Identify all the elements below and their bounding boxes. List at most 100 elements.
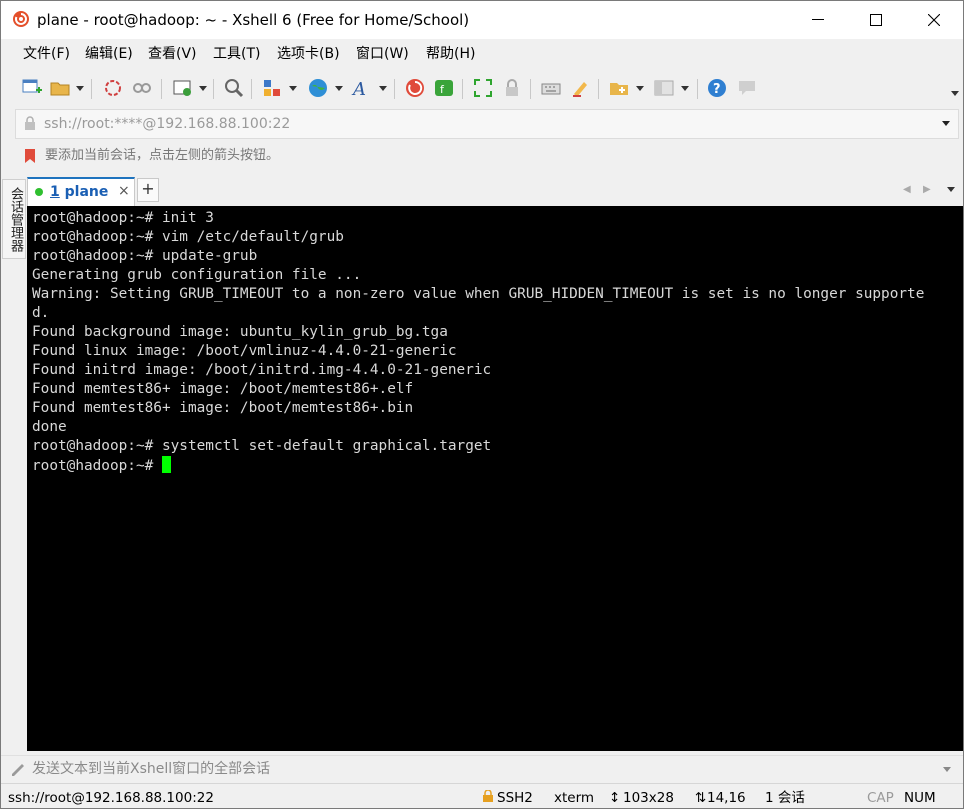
menu-bar: 文件(F) 编辑(E) 查看(V) 工具(T) 选项卡(B) 窗口(W) 帮助(… [1,39,963,69]
terminal-line: root@hadoop:~# init 3 [32,210,214,226]
lock-icon[interactable] [501,77,523,99]
terminal-line: root@hadoop:~# vim /etc/default/grub [32,229,344,245]
toolbar-overflow-chevron-icon[interactable] [951,91,959,96]
chevron-down-icon[interactable] [942,121,950,126]
fullscreen-icon[interactable] [472,77,494,99]
toolbar-divider [530,79,531,99]
terminal-line: Found background image: ubuntu_kylin_gru… [32,324,448,340]
terminal-line: Found initrd image: /boot/initrd.img-4.4… [32,362,492,378]
lock-icon [24,116,36,134]
add-folder-icon[interactable] [608,77,630,99]
reconnect-icon[interactable] [102,77,124,99]
keyboard-icon[interactable] [540,77,562,99]
toolbar-divider [213,79,214,99]
status-cap: CAP [867,790,894,806]
status-connection: ssh://root@192.168.88.100:22 [8,790,214,806]
resize-icon: ↕ [609,790,621,806]
svg-text:A: A [351,79,366,99]
maximize-button[interactable] [847,1,905,39]
cursor-position-icon: ⇅ [695,790,707,806]
chevron-down-icon[interactable] [681,86,689,91]
status-cursor-pos: 14,16 [707,790,746,806]
toolbar-divider [598,79,599,99]
tab-scroll-right-icon[interactable]: ▶ [923,184,931,195]
maximize-icon [870,14,882,26]
menu-tools[interactable]: 工具(T) [213,45,260,63]
minimize-button[interactable] [789,1,847,39]
connected-status-icon [35,188,43,196]
address-bar[interactable]: ssh://root:****@192.168.88.100:22 [15,109,959,139]
chevron-down-icon[interactable] [76,86,84,91]
xftp-icon[interactable]: f [433,77,455,99]
address-input[interactable]: ssh://root:****@192.168.88.100:22 [44,115,290,133]
properties-icon[interactable] [172,77,194,99]
chevron-down-icon[interactable] [943,767,951,772]
toolbar-divider [251,79,252,99]
new-tab-button[interactable]: + [137,178,159,202]
font-icon[interactable]: A [351,77,373,99]
tab-scroll-left-icon[interactable]: ◀ [903,184,911,195]
status-lock-icon [483,789,493,807]
close-button[interactable] [905,1,963,39]
terminal-line: root@hadoop:~# systemctl set-default gra… [32,438,492,454]
toolbar-divider [394,79,395,99]
xshell-swirl-icon[interactable] [404,77,426,99]
xshell-window: plane - root@hadoop: ~ - Xshell 6 (Free … [0,0,964,809]
session-hint-bar: 要添加当前会话，点击左侧的箭头按钮。 [15,143,957,169]
title-bar[interactable]: plane - root@hadoop: ~ - Xshell 6 (Free … [1,1,963,39]
terminal-line: Found memtest86+ image: /boot/memtest86+… [32,400,414,416]
menu-window[interactable]: 窗口(W) [356,45,409,63]
globe-icon[interactable] [307,77,329,99]
terminal-line: Found memtest86+ image: /boot/memtest86+… [32,381,414,397]
terminal-cursor [161,456,171,473]
minimize-icon [812,19,824,21]
tab-strip: 1 plane × + ◀ ▶ [27,177,963,206]
chat-bubble-icon[interactable] [736,77,758,99]
toolbar-divider [697,79,698,99]
chevron-down-icon[interactable] [636,86,644,91]
terminal-line: Found linux image: /boot/vmlinuz-4.4.0-2… [32,343,457,359]
status-bar: ssh://root@192.168.88.100:22 SSH2 xterm … [1,783,963,808]
compose-bar[interactable]: 发送文本到当前Xshell窗口的全部会话 [1,755,963,782]
menu-view[interactable]: 查看(V) [148,45,197,63]
tab-list-chevron-icon[interactable] [947,187,955,192]
bookmark-arrow-icon[interactable] [23,148,37,168]
help-icon[interactable]: ? [706,77,728,99]
terminal-line: d. [32,305,50,321]
tab-label: 1 plane [50,184,109,200]
toolbar-divider [161,79,162,99]
hint-text: 要添加当前会话，点击左侧的箭头按钮。 [45,148,280,163]
menu-help[interactable]: 帮助(H) [426,45,475,63]
chevron-down-icon[interactable] [199,86,207,91]
disconnect-icon[interactable] [131,77,153,99]
toolbar-divider [91,79,92,99]
toolbar-divider [462,79,463,99]
xshell-logo-icon [12,10,30,28]
close-icon [928,14,940,26]
terminal-line: done [32,419,67,435]
search-icon[interactable] [223,77,245,99]
tab-plane[interactable]: 1 plane × [27,177,135,206]
terminal-line: root@hadoop:~# [32,456,171,476]
chevron-down-icon[interactable] [379,86,387,91]
status-terminal-type: xterm [554,790,595,806]
highlight-pen-icon[interactable] [569,77,591,99]
status-size: 103x28 [623,790,674,806]
transfer-icon[interactable] [261,77,283,99]
new-session-icon[interactable] [21,77,43,99]
terminal-screen[interactable]: root@hadoop:~# init 3 root@hadoop:~# vim … [27,206,963,751]
layout-icon[interactable] [653,77,675,99]
compose-icon [11,762,25,780]
toolbar: A f ? [1,71,963,105]
session-manager-tab[interactable]: 会话管理器 [2,179,26,259]
terminal-line: Warning: Setting GRUB_TIMEOUT to a non-z… [32,286,925,302]
chevron-down-icon[interactable] [335,86,343,91]
status-sessions: 1 会话 [765,790,805,806]
compose-input[interactable]: 发送文本到当前Xshell窗口的全部会话 [32,760,270,778]
menu-file[interactable]: 文件(F) [23,45,70,63]
menu-edit[interactable]: 编辑(E) [85,45,133,63]
menu-tabs[interactable]: 选项卡(B) [277,45,340,63]
chevron-down-icon[interactable] [289,86,297,91]
tab-close-icon[interactable]: × [118,182,130,200]
open-folder-icon[interactable] [49,77,71,99]
